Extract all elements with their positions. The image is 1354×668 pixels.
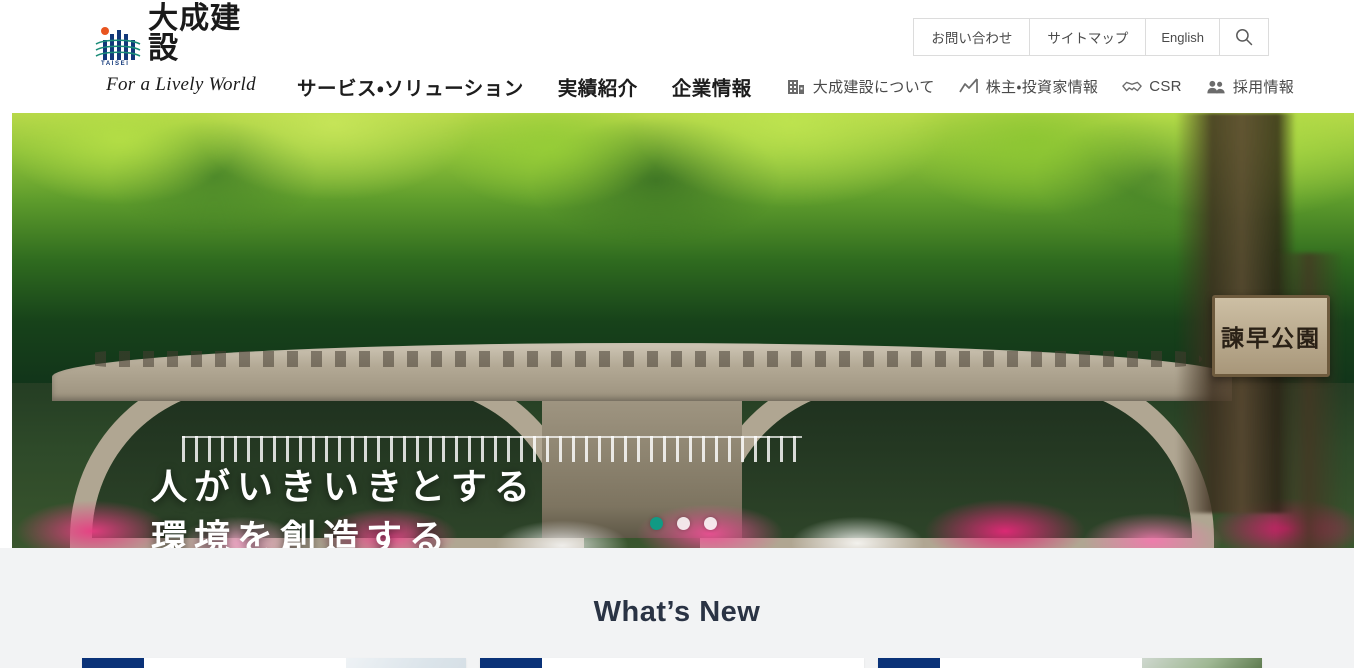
handshake-icon [1122, 77, 1143, 97]
nav-about-taisei[interactable]: 大成建設について [786, 76, 935, 97]
news-card[interactable]: ニュース [480, 658, 864, 668]
logo-tagline: For a Lively World [106, 74, 256, 95]
news-card-thumbnail [1142, 658, 1262, 668]
nav-works[interactable]: 実績紹介 [558, 72, 638, 101]
logo-top: TAISEI 大成建設 [95, 4, 267, 67]
nav-services-label: サービス・ソリューション [297, 78, 524, 100]
nav-about-taisei-label: 大成建設について [812, 79, 935, 96]
nav-services[interactable]: サービス・ソリューション [297, 72, 524, 101]
carousel-dot-1[interactable] [649, 517, 663, 530]
logo-wave-icon [95, 39, 141, 57]
news-card-body [542, 658, 864, 668]
logo-mark-text: TAISEI [101, 61, 130, 67]
hero-headline: 人がいきいきとする 環境を創造する [151, 461, 537, 548]
site-header: TAISEI 大成建設 For a Lively World お問い合わせ サイ… [0, 0, 1354, 113]
page-root: TAISEI 大成建設 For a Lively World お問い合わせ サイ… [0, 0, 1354, 668]
hero-headline-line1: 人がいきいきとする [151, 466, 537, 507]
news-card-badge: ニュース [480, 658, 542, 668]
news-card-body [940, 658, 1142, 668]
nav-csr-label: CSR [1149, 78, 1182, 95]
taisei-logo-mark-icon: TAISEI [95, 24, 141, 67]
nav-recruit-label: 採用情報 [1232, 79, 1295, 96]
hero-carousel[interactable]: 諫早公園 人がいきいきとする 環境を創造する [12, 113, 1354, 548]
news-card-badge: ニュース [82, 658, 144, 668]
search-button[interactable] [1220, 19, 1268, 55]
carousel-indicators [12, 517, 1354, 530]
util-contact[interactable]: お問い合わせ [914, 19, 1031, 55]
building-icon [786, 77, 806, 97]
util-english[interactable]: English [1146, 19, 1220, 55]
carousel-dot-3[interactable] [703, 517, 717, 530]
news-card-thumbnail [346, 658, 466, 668]
news-card[interactable]: ニュース [82, 658, 466, 668]
utility-nav: お問い合わせ サイトマップ English [913, 18, 1269, 56]
carousel-dot-2[interactable] [676, 517, 690, 530]
nav-csr[interactable]: CSR [1122, 77, 1182, 97]
news-card-body [144, 658, 346, 668]
nav-company[interactable]: 企業情報 [672, 72, 752, 101]
news-card-list: ニュース ニュース ニュース [82, 658, 1262, 668]
nav-works-label: 実績紹介 [557, 78, 638, 100]
nav-company-label: 企業情報 [671, 78, 752, 100]
chart-line-icon [959, 77, 979, 97]
main-nav: サービス・ソリューション 実績紹介 企業情報 大成建設について 株主・投資家情報… [297, 72, 1294, 101]
park-sign: 諫早公園 [1212, 295, 1330, 377]
news-card-badge: ニュース [878, 658, 940, 668]
nav-investors-label: 株主・投資家情報 [985, 79, 1099, 96]
site-logo[interactable]: TAISEI 大成建設 For a Lively World [95, 4, 267, 95]
whats-new-section: What’s New ニュース ニュース ニュース [0, 548, 1354, 668]
nav-investors[interactable]: 株主・投資家情報 [959, 76, 1099, 97]
whats-new-title: What’s New [593, 596, 761, 628]
news-card[interactable]: ニュース [878, 658, 1262, 668]
nav-recruit[interactable]: 採用情報 [1206, 76, 1294, 97]
search-icon [1236, 29, 1253, 46]
logo-company-name: 大成建設 [148, 2, 242, 65]
people-icon [1206, 77, 1226, 97]
util-sitemap[interactable]: サイトマップ [1030, 19, 1147, 55]
